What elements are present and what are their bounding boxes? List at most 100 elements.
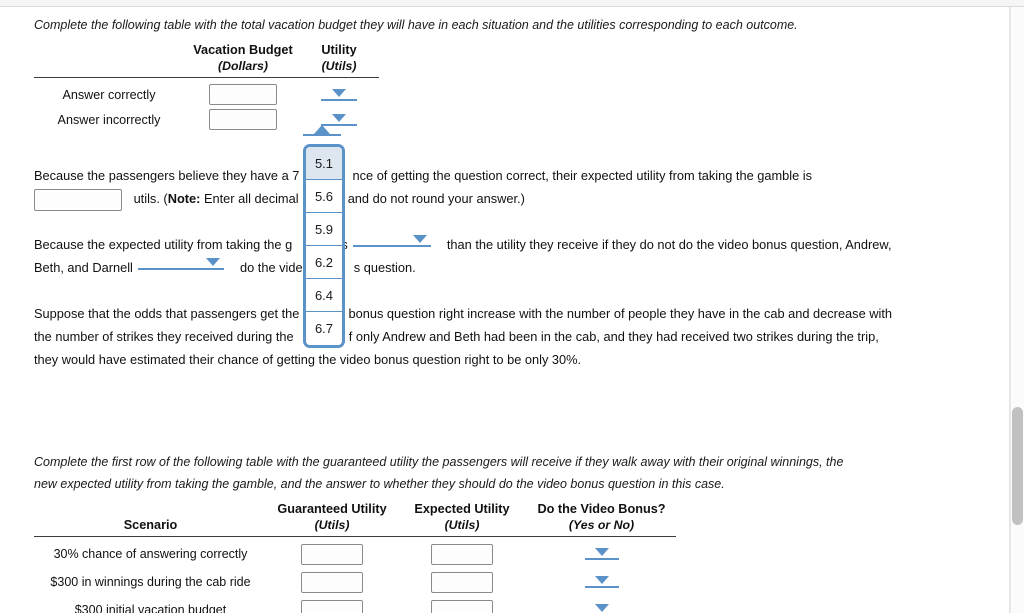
table2-head-scenario: Scenario [123,518,178,532]
table1-row0-budget-cell [184,84,302,105]
table2-row0-bonus-cell [527,548,676,560]
table1-subhead-blank [34,59,184,73]
p1-note-bold: Note: [167,191,201,206]
utility-dropdown-list[interactable]: 5.1 5.6 5.9 6.2 6.4 6.7 [303,144,345,348]
table1-row0-utility-dropdown[interactable] [321,88,357,101]
table1-subhead-budget: (Dollars) [218,59,268,73]
paragraph-odds: Suppose that the odds that passengers ge… [34,302,914,371]
table2-header-rule [34,536,676,537]
paragraph-comparison-line2: Beth, and Darnell do the vide s question… [34,256,416,279]
p3-line2: the number of strikes they received duri… [34,325,914,348]
p1-utils-label: utils. ( [133,191,168,206]
chevron-down-icon [332,88,346,97]
comparison-dropdown[interactable] [353,234,432,247]
p2-line2-a: Beth, and Darnell [34,260,133,275]
table1-row1-label: Answer incorrectly [57,112,161,127]
table2-head-guaranteed: Guaranteed Utility [277,502,387,516]
table2-row1-bonus-dropdown[interactable] [584,576,619,588]
chevron-up-icon [314,125,330,134]
paragraph-expected-utility-line2: utils. (Note: Enter all decimal and do n… [34,187,525,211]
table1-row1-utility-dropdown[interactable] [321,113,357,126]
table1-row0-budget-input[interactable] [209,84,277,105]
vertical-scrollbar-track[interactable] [1010,7,1024,613]
table2-row0-guaranteed-cell [267,543,397,565]
top-chrome-strip [0,0,1024,7]
open-dropdown-anchor[interactable] [303,125,341,136]
table2-row2-scenario: $300 initial vacation budget [74,603,227,613]
dropdown-underline [584,558,619,560]
p2-line2-b: do the vide [240,260,303,275]
dropdown-option[interactable]: 5.6 [306,180,342,213]
table2-row0-scenario: 30% chance of answering correctly [53,547,248,561]
expected-utility-input[interactable] [34,188,122,211]
table2-subheader-row: Scenario (Utils) (Utils) (Yes or No) [34,518,676,532]
dropdown-underline [584,586,619,588]
paragraph-comparison: Because the expected utility from taking… [34,233,924,256]
table1-subheader-row: (Dollars) (Utils) [34,59,379,73]
chevron-down-icon [594,604,609,612]
table1-row0-utility-cell [302,88,376,101]
p2-line1-a: Because the expected utility from taking… [34,237,293,252]
prompt-top: Complete the following table with the to… [34,18,798,32]
table2-subhead-bonus: (Yes or No) [568,518,635,532]
table2-subhead-expected: (Utils) [444,518,480,532]
table2-subhead-guaranteed: (Utils) [314,518,350,532]
dropdown-underline [321,98,357,101]
table1-head-budget: Vacation Budget [193,43,293,57]
table2-row2-bonus-dropdown[interactable] [585,604,619,613]
chevron-down-icon [594,576,609,584]
table1-head-utility: Utility [321,43,357,57]
dropdown-option[interactable]: 6.4 [306,279,342,312]
p1-note-rest-b: and do not round your answer.) [347,191,525,206]
chevron-down-icon [594,548,609,556]
table2-row2-guaranteed-input[interactable] [301,599,363,613]
table2-row1-guaranteed-cell [267,571,397,593]
scenario-utility-table: Guaranteed Utility Expected Utility Do t… [34,502,676,613]
dropdown-option[interactable]: 5.9 [306,213,342,246]
page-root: Complete the following table with the to… [0,0,1024,613]
chevron-down-icon [206,257,221,266]
table2-row1-expected-input[interactable] [431,571,493,593]
vertical-scrollbar-thumb[interactable] [1012,407,1023,525]
dropdown-option[interactable]: 5.1 [306,147,342,180]
p1-text-b: nce of getting the question correct, the… [352,168,813,183]
p1-text-a: Because the passengers believe they have… [34,168,300,183]
vacation-budget-table: Vacation Budget Utility (Dollars) (Utils… [34,43,379,132]
should-do-dropdown[interactable] [138,257,225,270]
table1-header-rule [34,77,379,78]
dropdown-option[interactable]: 6.2 [306,246,342,279]
chevron-down-icon [332,113,346,122]
paragraph-expected-utility: Because the passengers believe they have… [34,164,914,187]
table1-subhead-utility: (Utils) [321,59,357,73]
table-row: Answer correctly [34,82,379,107]
table2-row1-scenario: $300 in winnings during the cab ride [50,575,251,589]
p3-line2-b: f only Andrew and Beth had been in the c… [348,329,879,344]
table2-row0-guaranteed-input[interactable] [301,543,363,565]
dropdown-underline [138,267,225,270]
table2-row0-expected-input[interactable] [431,543,493,565]
prompt-middle-line2: new expected utility from taking the gam… [34,477,725,491]
dropdown-underline [303,134,341,136]
table2-row2-expected-input[interactable] [431,599,493,613]
caret-up-icon [318,144,336,145]
p1-note-rest-a: Enter all decimal [200,191,299,206]
table2-row0-bonus-dropdown[interactable] [584,548,619,560]
content-area: Complete the following table with the to… [0,7,1010,613]
dropdown-option[interactable]: 6.7 [306,312,342,345]
table2-row0-expected-cell [397,543,527,565]
table1-row1-utility-cell [302,113,376,126]
p3-line1-a: Suppose that the odds that passengers ge… [34,306,300,321]
table1-head-blank [34,43,184,57]
p2-line2-c: s question. [353,260,416,275]
table2-row1-bonus-cell [527,576,676,588]
prompt-middle-line1: Complete the first row of the following … [34,455,844,469]
prompt-middle: Complete the first row of the following … [34,451,914,495]
table-row: $300 initial vacation budget [34,596,676,613]
table2-head-expected: Expected Utility [414,502,510,516]
p3-line1: Suppose that the odds that passengers ge… [34,302,914,325]
table2-row2-expected-cell [397,599,527,613]
table1-row1-budget-cell [184,109,302,130]
chevron-down-icon [413,234,428,243]
table1-row1-budget-input[interactable] [209,109,277,130]
table2-row1-guaranteed-input[interactable] [301,571,363,593]
